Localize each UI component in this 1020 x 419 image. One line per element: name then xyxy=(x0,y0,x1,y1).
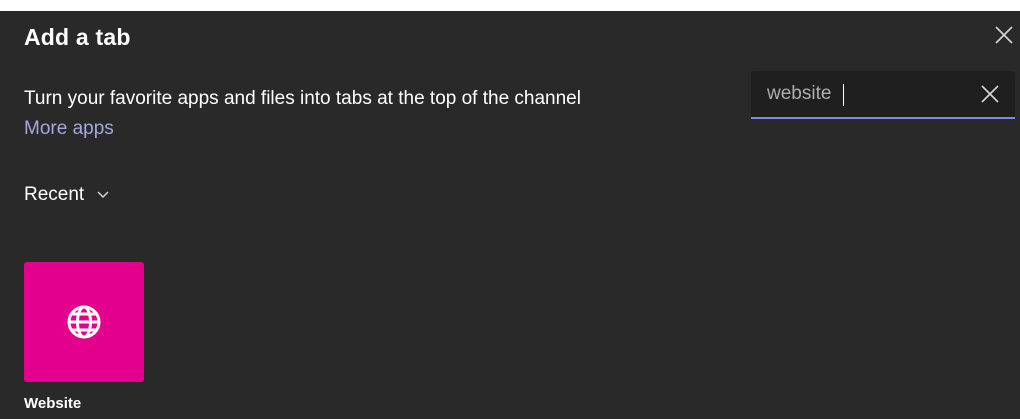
dialog-title: Add a tab xyxy=(24,24,131,50)
search-box[interactable] xyxy=(751,71,1015,119)
recent-section-toggle[interactable]: Recent xyxy=(24,184,110,206)
text-caret xyxy=(843,84,844,106)
search-input[interactable] xyxy=(767,71,967,117)
close-icon xyxy=(995,26,1013,44)
more-apps-link[interactable]: More apps xyxy=(24,118,114,140)
close-icon xyxy=(981,85,999,103)
close-dialog-button[interactable] xyxy=(992,23,1016,47)
globe-icon xyxy=(67,305,101,339)
website-app-tile[interactable] xyxy=(24,262,144,382)
recent-label: Recent xyxy=(24,184,85,205)
app-name: Website xyxy=(24,395,82,412)
chevron-down-icon xyxy=(97,191,109,199)
clear-search-button[interactable] xyxy=(979,83,1001,105)
dialog-subtitle: Turn your favorite apps and files into t… xyxy=(24,88,581,109)
add-tab-dialog: Add a tab Turn your favorite apps and fi… xyxy=(0,11,1020,419)
